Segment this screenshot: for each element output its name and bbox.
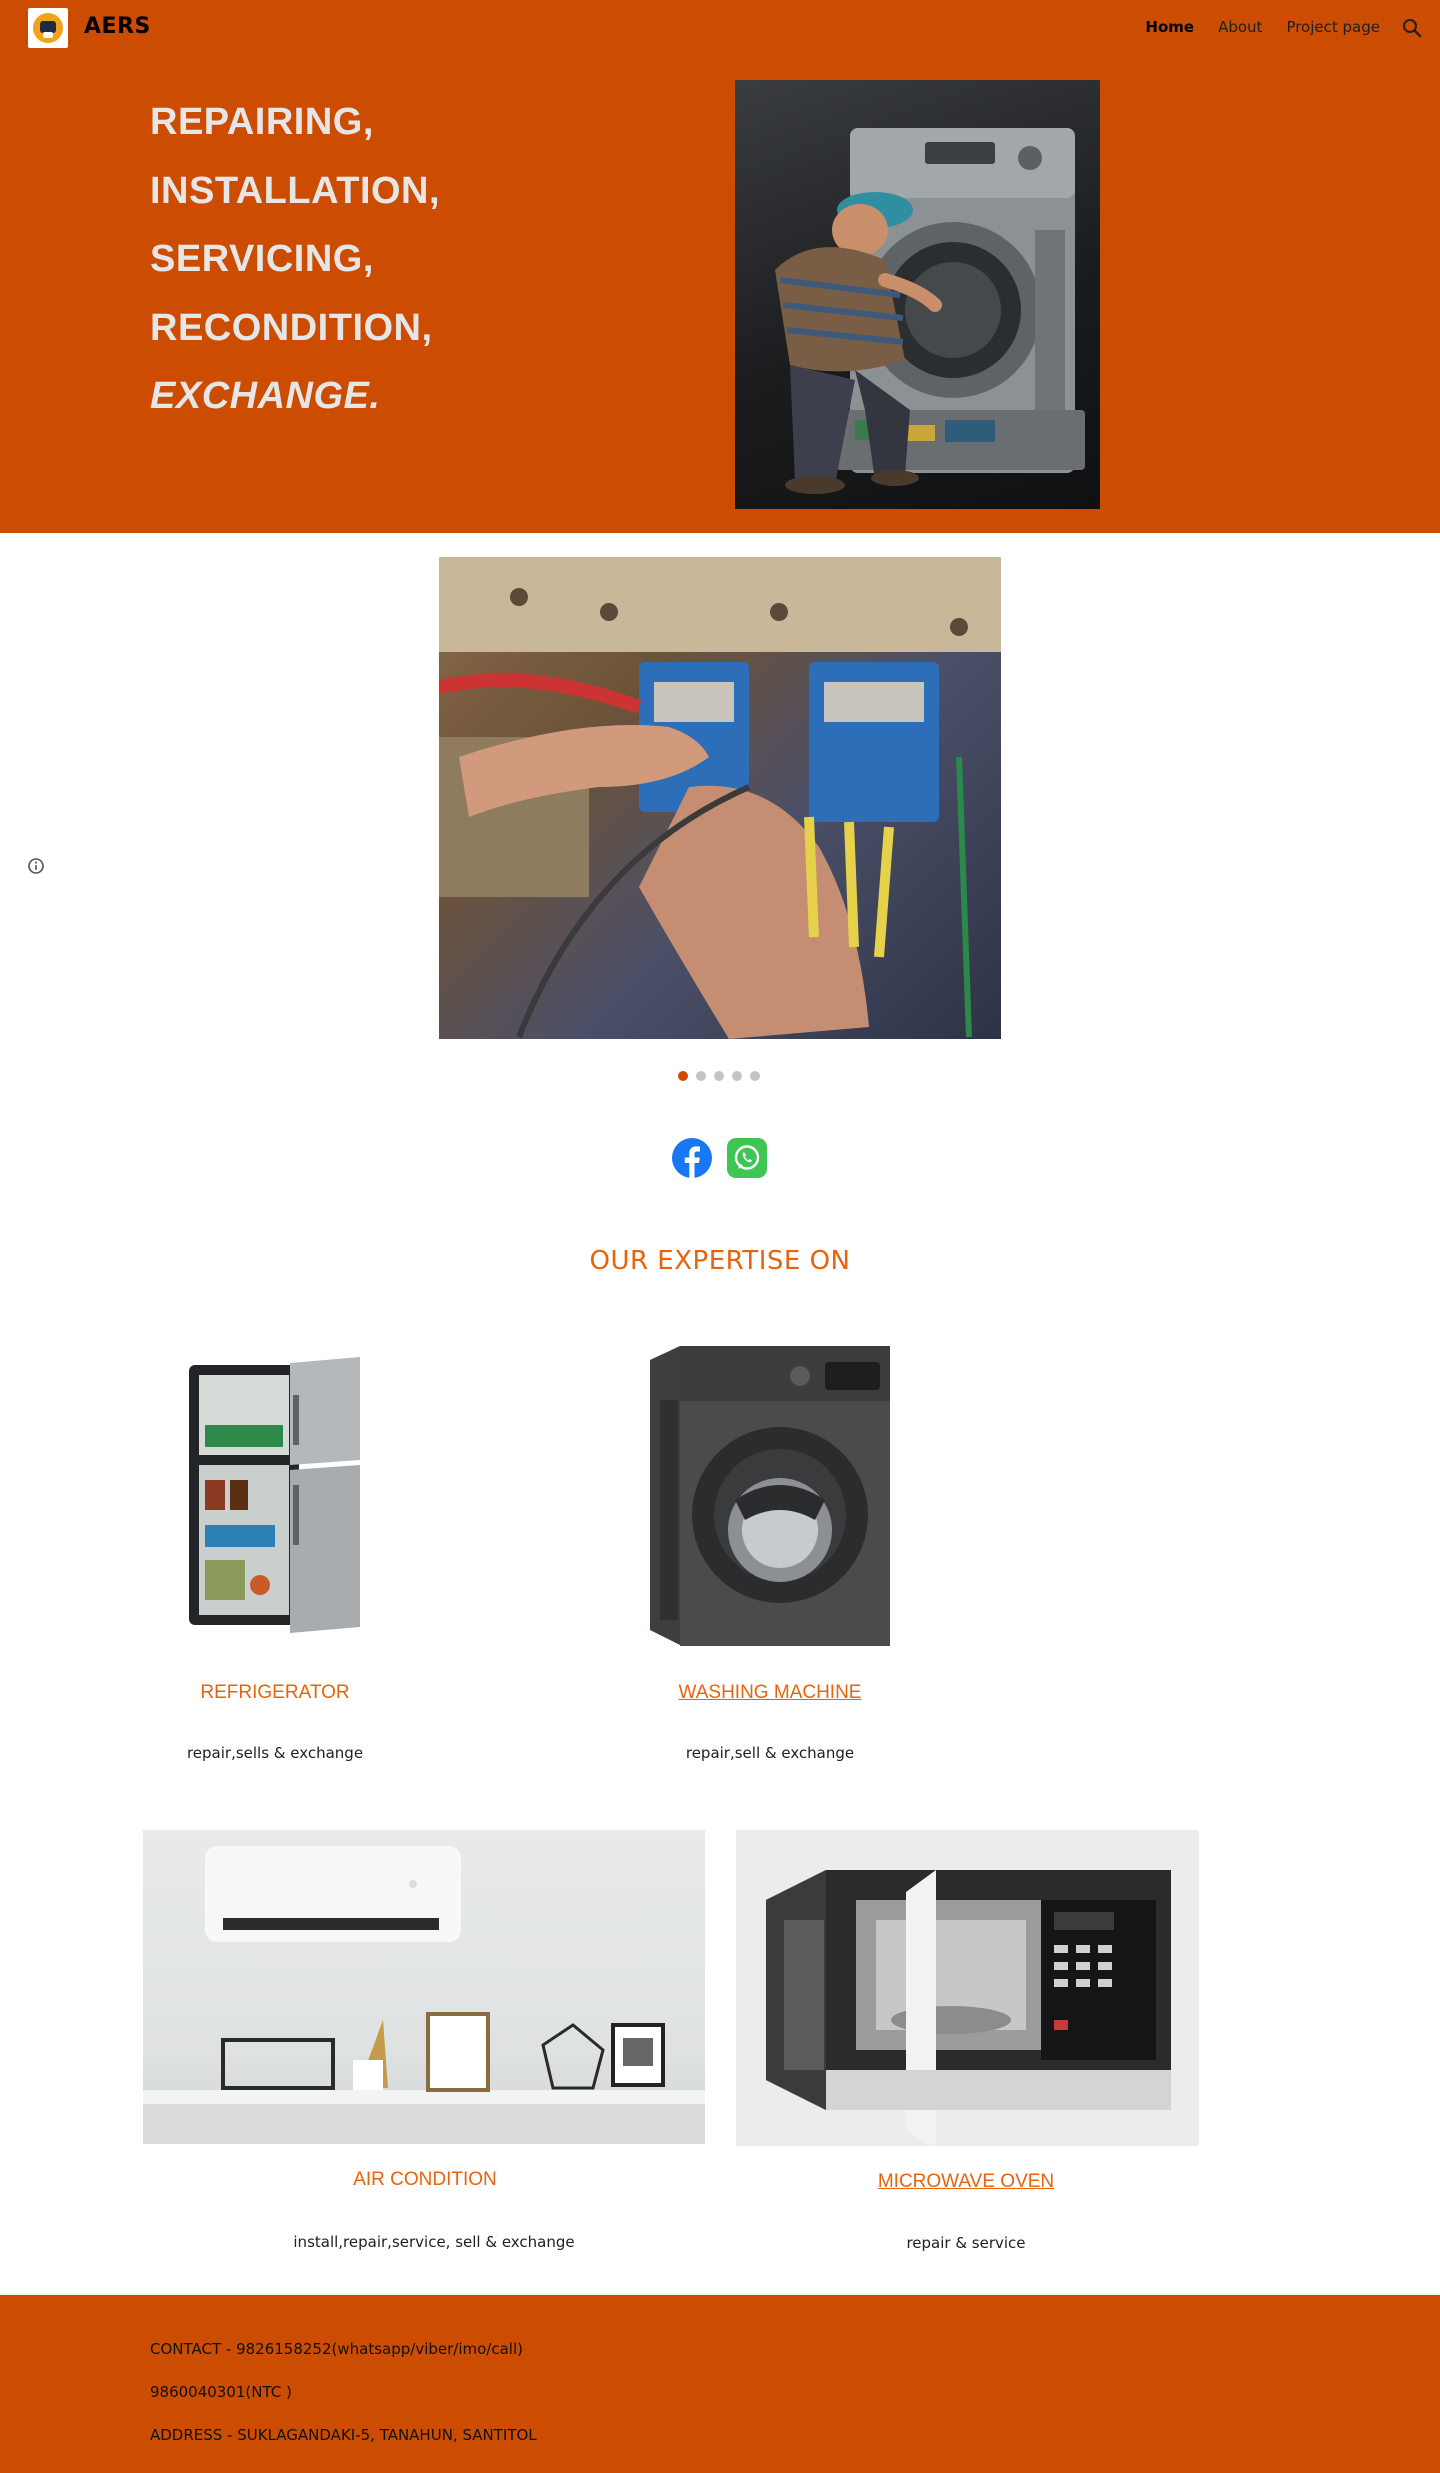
whatsapp-icon[interactable]: [727, 1138, 767, 1178]
carousel-slide-image[interactable]: [439, 557, 1001, 1039]
technician-repairing-washing-machine-image: [735, 80, 1100, 509]
facebook-icon[interactable]: [672, 1138, 712, 1178]
refrigerator-description: repair,sells & exchange: [186, 1744, 364, 1762]
refrigerator-image: [185, 1355, 363, 1640]
carousel-dot-3[interactable]: [714, 1071, 724, 1081]
footer-contact-ntc: 9860040301(NTC ): [150, 2383, 292, 2401]
carousel-dot-2[interactable]: [696, 1071, 706, 1081]
aers-logo-icon: [33, 13, 63, 43]
microwave-oven-description: repair & service: [906, 2234, 1026, 2252]
carousel-dot-5[interactable]: [750, 1071, 760, 1081]
hero-services-text: REPAIRING, INSTALLATION, SERVICING, RECO…: [150, 88, 440, 431]
footer-contact-phone: CONTACT - 9826158252(whatsapp/viber/imo/…: [150, 2340, 523, 2358]
carousel-dot-1[interactable]: [678, 1071, 688, 1081]
air-condition-title: AIR CONDITION: [353, 2169, 497, 2190]
microwave-oven-image: [736, 1830, 1199, 2146]
info-icon[interactable]: [27, 857, 45, 875]
expertise-heading: OUR EXPERTISE ON: [589, 1246, 851, 1276]
hero-line-installation: INSTALLATION,: [150, 169, 441, 212]
nav-item-about[interactable]: About: [1218, 18, 1262, 36]
site-logo[interactable]: [28, 8, 68, 48]
washing-machine-image: [640, 1340, 890, 1650]
top-navigation-bar: AERS Home About Project page: [0, 0, 1440, 56]
hero-line-exchange: EXCHANGE.: [150, 375, 381, 417]
footer-address: ADDRESS - SUKLAGANDAKI-5, TANAHUN, SANTI…: [150, 2426, 537, 2444]
footer: CONTACT - 9826158252(whatsapp/viber/imo/…: [0, 2295, 1440, 2473]
air-condition-description: install,repair,service, sell & exchange: [293, 2233, 575, 2251]
refrigerator-title: REFRIGERATOR: [200, 1682, 350, 1703]
search-icon[interactable]: [1400, 16, 1424, 40]
hero-line-repairing: REPAIRING,: [150, 101, 374, 143]
hero-line-servicing: SERVICING,: [150, 238, 374, 280]
carousel-indicators: [678, 1071, 760, 1081]
washing-machine-description: repair,sell & exchange: [685, 1744, 855, 1762]
hero-banner: AERS Home About Project page REPAIRING, …: [0, 0, 1440, 533]
nav-item-home[interactable]: Home: [1145, 18, 1194, 36]
nav-item-project-page[interactable]: Project page: [1286, 18, 1380, 36]
nav-links: Home About Project page: [1145, 18, 1380, 36]
carousel-dot-4[interactable]: [732, 1071, 742, 1081]
site-title[interactable]: AERS: [84, 14, 151, 39]
microwave-oven-title-link[interactable]: MICROWAVE OVEN: [816, 2171, 1116, 2193]
washing-machine-title-link[interactable]: WASHING MACHINE: [610, 1682, 930, 1704]
hero-line-recondition: RECONDITION,: [150, 306, 433, 349]
air-conditioner-image: [143, 1830, 705, 2144]
